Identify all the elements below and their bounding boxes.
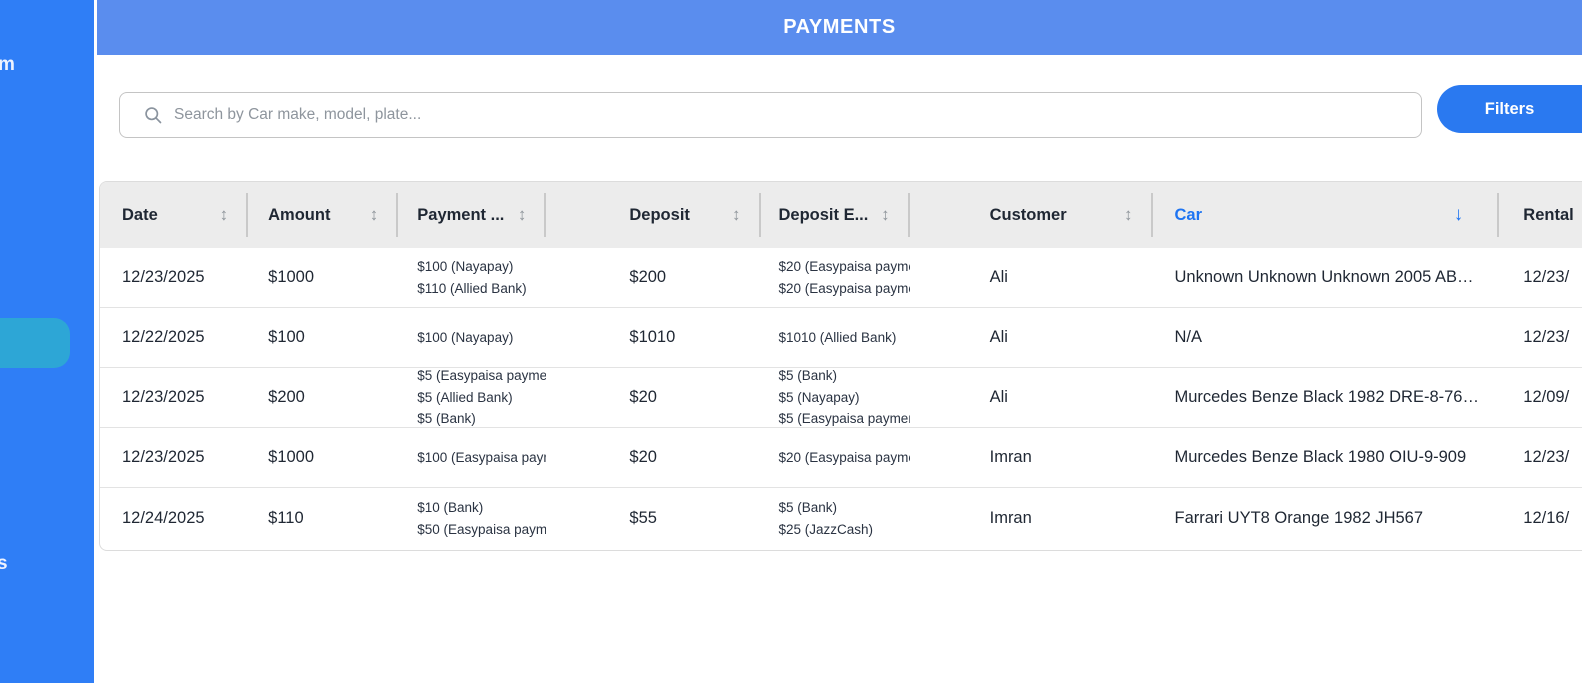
cell-amount: $1000	[268, 268, 315, 286]
cell-payment-methods: $10 (Bank) $50 (Easypaisa payment)	[417, 500, 547, 537]
column-label: Rental	[1523, 205, 1574, 224]
column-label: Amount	[268, 205, 331, 224]
sort-icon[interactable]: ↕	[732, 205, 741, 225]
column-label: Customer	[989, 205, 1067, 224]
table-header-row: Date ↕ Amount ↕ Payment ... ↕ Deposit ↕ …	[100, 182, 1582, 248]
column-header-deposit-entries[interactable]: Deposit E... ↕	[761, 182, 910, 248]
table-row[interactable]: 12/22/2025 $100 $100 (Nayapay) $1010 $10…	[100, 308, 1582, 368]
sidebar: m s	[0, 0, 94, 683]
filters-button[interactable]: Filters	[1437, 85, 1582, 133]
cell-customer: Ali	[989, 328, 1008, 346]
cell-deposit: $200	[629, 268, 667, 286]
cell-deposit-entries: $1010 (Allied Bank)	[778, 329, 897, 345]
column-label: Payment ...	[417, 205, 505, 224]
cell-customer: Imran	[989, 509, 1032, 527]
cell-car: Unknown Unknown Unknown 2005 AB…	[1174, 268, 1474, 286]
cell-amount: $1000	[268, 448, 315, 466]
cell-payment-methods: $100 (Easypaisa payment)	[417, 449, 546, 465]
cell-customer: Ali	[989, 268, 1008, 286]
cell-rental: 12/16/	[1523, 509, 1570, 527]
column-header-date[interactable]: Date ↕	[100, 182, 249, 248]
cell-customer: Ali	[989, 388, 1008, 406]
column-header-payment-method[interactable]: Payment ... ↕	[398, 182, 547, 248]
cell-deposit: $1010	[629, 328, 676, 346]
cell-payment-methods: $100 (Nayapay)	[417, 329, 514, 345]
cell-amount: $110	[268, 509, 304, 527]
cell-deposit-entries: $20 (Easypaisa payment) $20 (Easypaisa p…	[778, 259, 910, 296]
table-row[interactable]: 12/23/2025 $1000 $100 (Nayapay) $110 (Al…	[100, 248, 1582, 308]
sort-icon[interactable]: ↕	[881, 205, 890, 225]
cell-amount: $200	[268, 388, 305, 406]
cell-amount: $100	[268, 328, 305, 346]
column-header-amount[interactable]: Amount ↕	[248, 182, 399, 248]
cell-deposit: $20	[629, 448, 657, 466]
search-icon	[143, 105, 163, 125]
column-label: Car	[1174, 205, 1203, 224]
column-header-customer[interactable]: Customer ↕	[910, 182, 1153, 248]
cell-rental: 12/23/	[1523, 328, 1570, 346]
column-label: Date	[122, 205, 158, 224]
search-input[interactable]	[174, 106, 1405, 124]
sort-icon[interactable]: ↕	[220, 205, 229, 225]
sidebar-active-item[interactable]	[0, 318, 70, 368]
search-box[interactable]	[119, 92, 1422, 138]
cell-date: 12/24/2025	[122, 509, 205, 527]
cell-rental: 12/23/	[1523, 268, 1570, 286]
cell-payment-methods: $100 (Nayapay) $110 (Allied Bank)	[417, 259, 527, 296]
table-row[interactable]: 12/24/2025 $110 $10 (Bank) $50 (Easypais…	[100, 488, 1582, 549]
page-header: PAYMENTS	[97, 0, 1582, 55]
column-label: Deposit	[629, 205, 690, 224]
sort-desc-icon[interactable]: ↓	[1454, 204, 1464, 226]
sort-icon[interactable]: ↕	[370, 205, 379, 225]
sidebar-item-label-top[interactable]: m	[0, 54, 15, 76]
cell-car: Murcedes Benze Black 1982 DRE-8-76…	[1174, 388, 1479, 406]
table-row[interactable]: 12/23/2025 $200 $5 (Easypaisa payment) $…	[100, 368, 1582, 428]
payments-table: Date ↕ Amount ↕ Payment ... ↕ Deposit ↕ …	[99, 181, 1582, 551]
cell-car: Murcedes Benze Black 1980 OIU-9-909	[1174, 448, 1467, 466]
cell-deposit-entries: $5 (Bank) $25 (JazzCash)	[778, 500, 874, 537]
page-title: PAYMENTS	[783, 16, 896, 38]
cell-car: Farrari UYT8 Orange 1982 JH567	[1174, 509, 1424, 527]
column-header-rental[interactable]: Rental	[1499, 182, 1582, 248]
cell-date: 12/23/2025	[122, 448, 205, 466]
table-row[interactable]: 12/23/2025 $1000 $100 (Easypaisa payment…	[100, 428, 1582, 488]
cell-rental: 12/09/	[1523, 388, 1570, 406]
cell-deposit-entries: $20 (Easypaisa payment)	[778, 449, 910, 465]
sort-icon[interactable]: ↕	[518, 205, 527, 225]
column-label: Deposit E...	[778, 205, 869, 224]
cell-customer: Imran	[989, 448, 1032, 466]
cell-date: 12/23/2025	[122, 388, 205, 406]
cell-rental: 12/23/	[1523, 448, 1570, 466]
cell-payment-methods: $5 (Easypaisa payment) $5 (Allied Bank) …	[417, 368, 547, 427]
sidebar-item-label-bottom[interactable]: s	[0, 553, 8, 575]
sort-icon[interactable]: ↕	[1124, 205, 1133, 225]
cell-car: N/A	[1174, 328, 1203, 346]
cell-deposit: $20	[629, 388, 657, 406]
column-header-deposit[interactable]: Deposit ↕	[546, 182, 761, 248]
cell-date: 12/23/2025	[122, 268, 205, 286]
cell-deposit: $55	[629, 509, 657, 527]
cell-deposit-entries: $5 (Bank) $5 (Nayapay) $5 (Easypaisa pay…	[778, 368, 910, 427]
column-header-car[interactable]: Car ↓	[1153, 182, 1500, 248]
cell-date: 12/22/2025	[122, 328, 205, 346]
